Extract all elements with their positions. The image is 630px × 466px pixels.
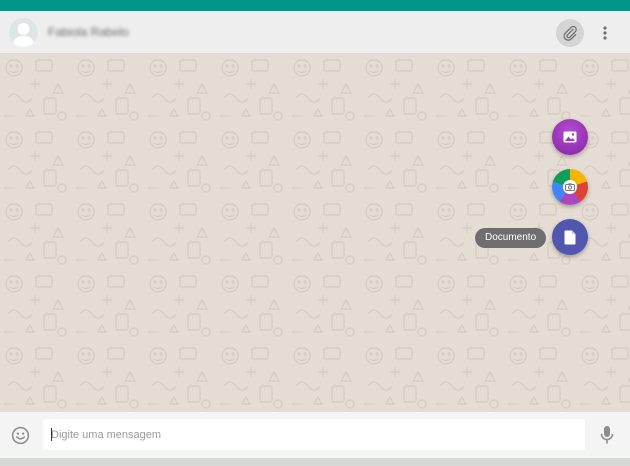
app-top-bar <box>0 0 630 11</box>
document-button[interactable] <box>552 219 588 255</box>
menu-button[interactable] <box>596 19 614 47</box>
more-vertical-icon <box>603 26 607 40</box>
microphone-icon[interactable] <box>599 425 615 445</box>
message-input[interactable] <box>43 419 585 450</box>
camera-button[interactable] <box>552 169 588 205</box>
default-avatar-icon <box>12 23 35 47</box>
window-bottom-edge <box>0 458 630 466</box>
attach-button[interactable] <box>556 19 584 47</box>
chat-header: Fabiola Rabelo <box>0 11 630 54</box>
chat-area[interactable]: Documento <box>0 54 630 412</box>
camera-icon <box>563 180 577 194</box>
paperclip-icon <box>563 25 577 41</box>
smiley-icon[interactable] <box>11 426 30 445</box>
document-tooltip: Documento <box>475 228 547 248</box>
contact-avatar[interactable] <box>9 18 38 47</box>
message-composer <box>0 412 630 458</box>
contact-name[interactable]: Fabiola Rabelo <box>48 25 129 39</box>
document-icon <box>564 230 576 244</box>
text-cursor <box>51 428 52 441</box>
gallery-button[interactable] <box>552 119 588 155</box>
image-icon <box>563 131 577 143</box>
